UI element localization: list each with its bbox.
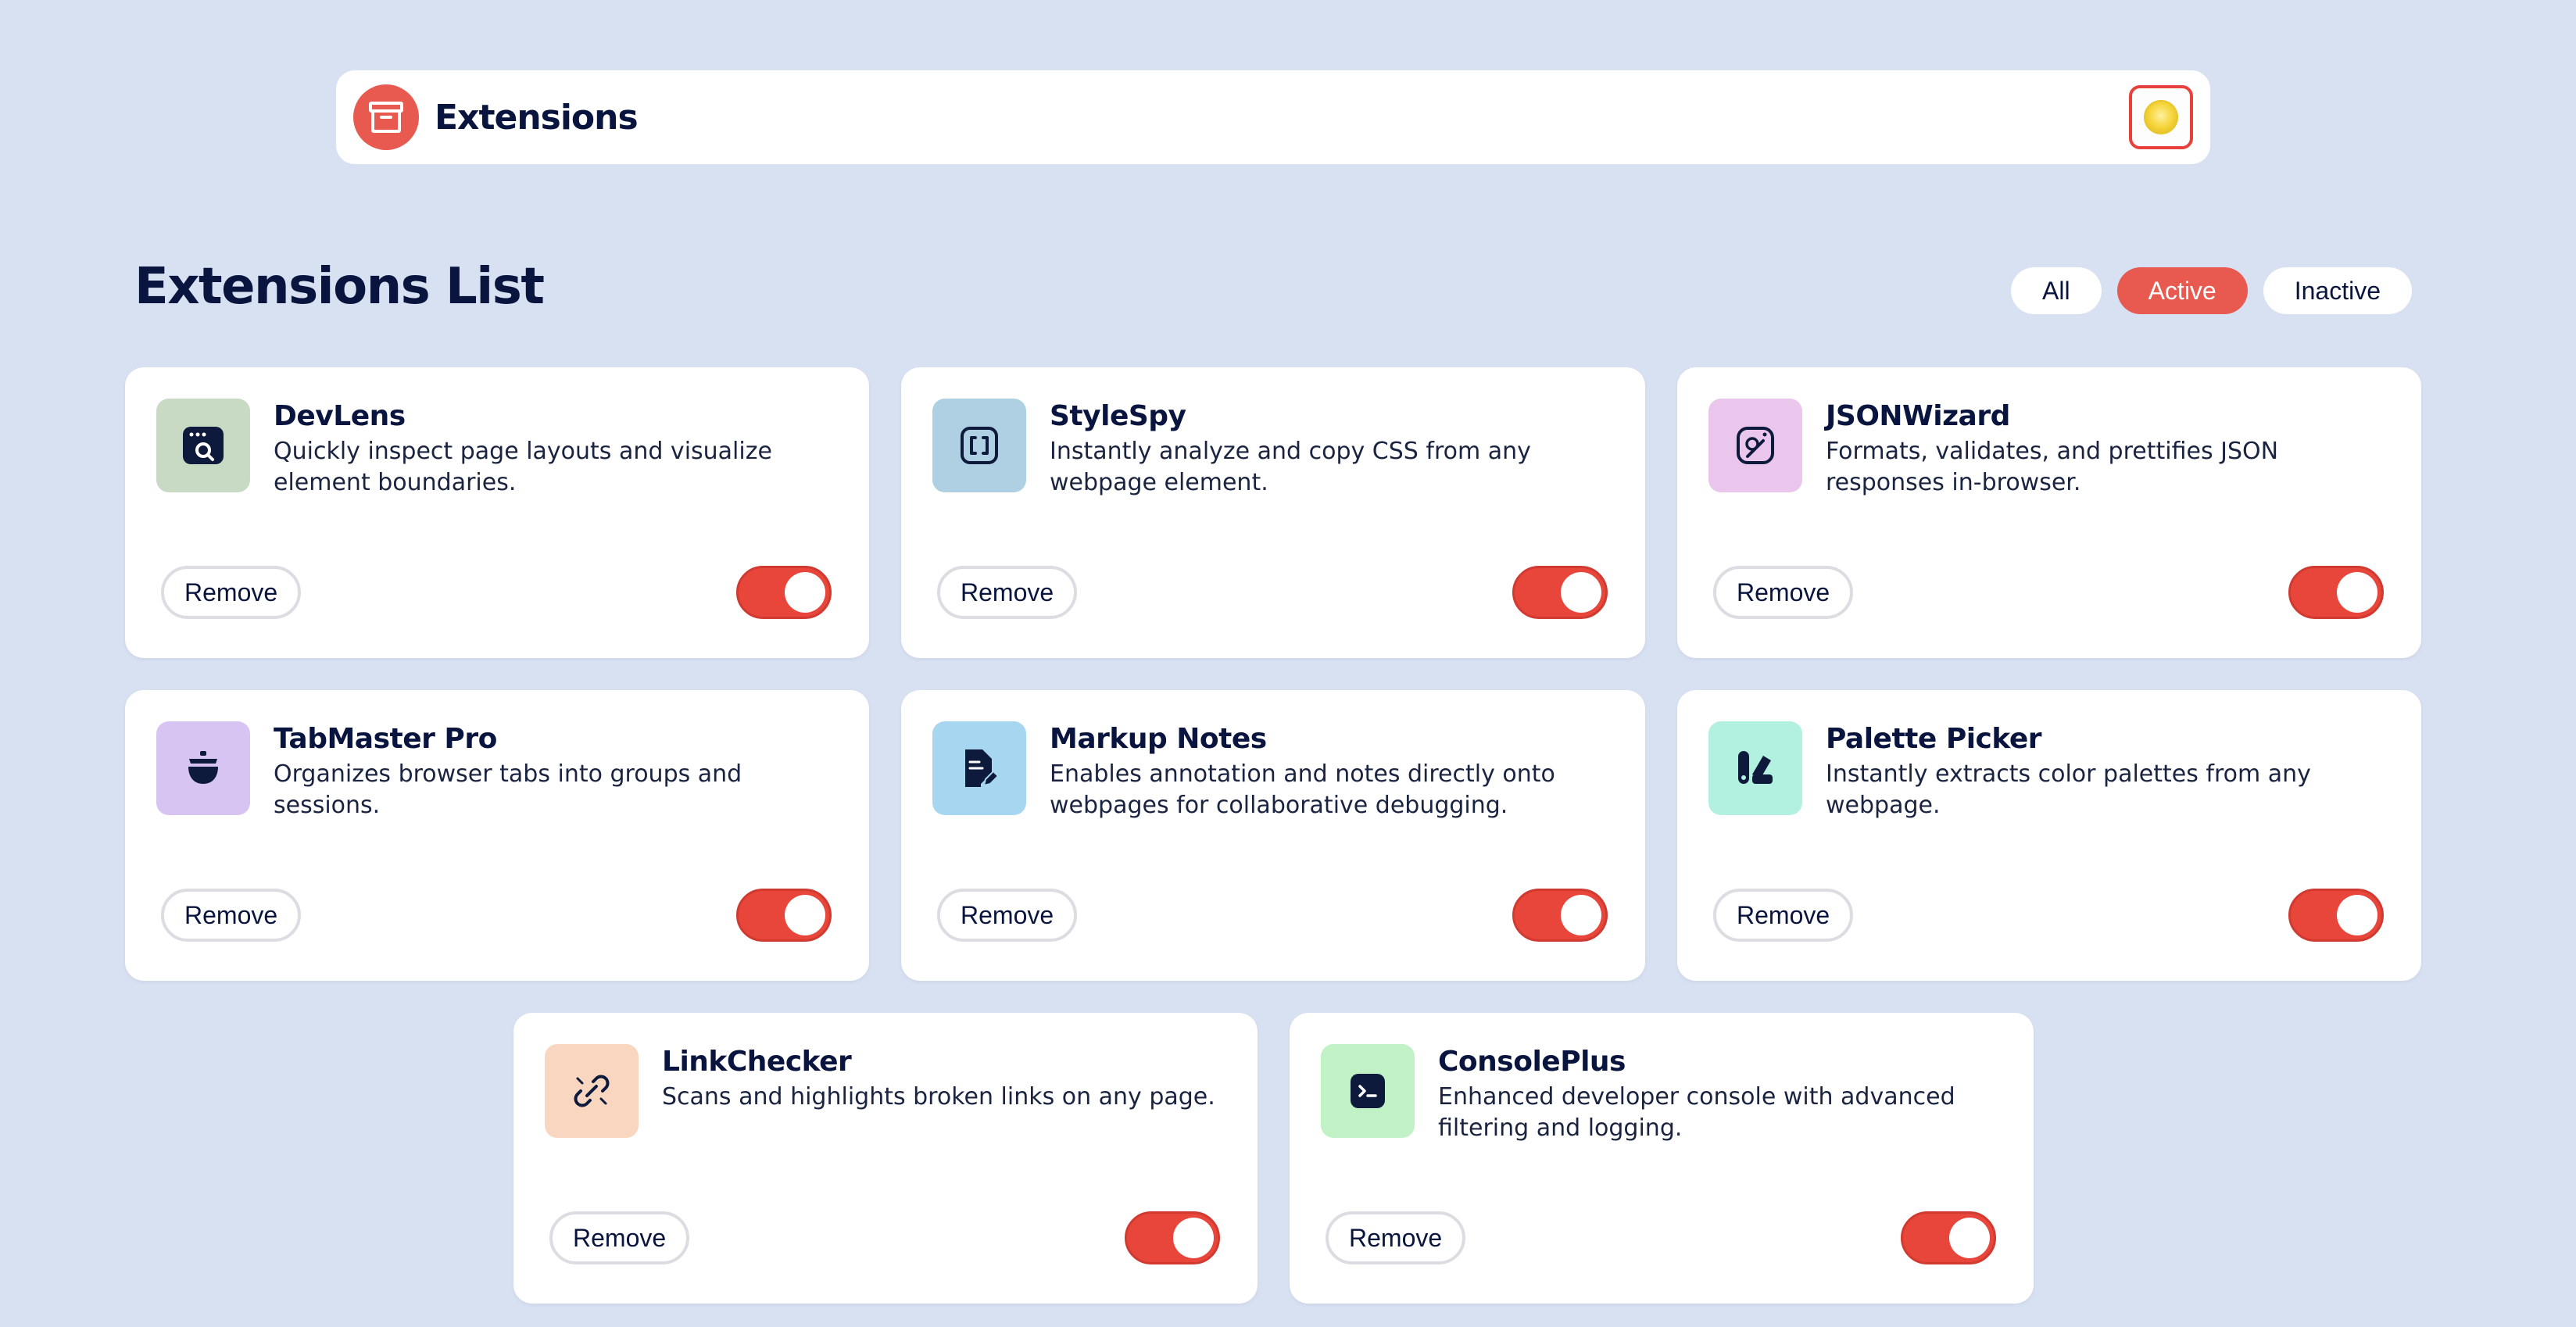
remove-button[interactable]: Remove [161, 889, 302, 942]
remove-button[interactable]: Remove [937, 889, 1078, 942]
extension-card: JSONWizard Formats, validates, and prett… [1677, 367, 2421, 658]
enable-toggle[interactable] [736, 889, 832, 942]
enable-toggle[interactable] [2288, 889, 2384, 942]
theme-toggle-button[interactable] [2129, 85, 2193, 149]
enable-toggle[interactable] [1512, 566, 1608, 619]
terminal-icon [1321, 1044, 1415, 1138]
extension-description: Formats, validates, and prettifies JSON … [1826, 438, 2279, 496]
toggle-knob [1561, 895, 1601, 935]
extension-card: StyleSpy Instantly analyze and copy CSS … [901, 367, 1645, 658]
browser-search-icon [156, 399, 250, 492]
toggle-knob [785, 572, 825, 613]
filter-all-button[interactable]: All [2011, 267, 2102, 314]
remove-button[interactable]: Remove [937, 566, 1078, 619]
toggle-knob [785, 895, 825, 935]
extension-description: Enhanced developer console with advanced… [1438, 1083, 1955, 1142]
enable-toggle[interactable] [2288, 566, 2384, 619]
extension-card: TabMaster Pro Organizes browser tabs int… [125, 690, 869, 981]
extension-card: Markup Notes Enables annotation and note… [901, 690, 1645, 981]
toggle-knob [1173, 1218, 1214, 1258]
extension-name: DevLens [274, 400, 406, 432]
extension-card: Palette Picker Instantly extracts color … [1677, 690, 2421, 981]
brackets-icon [932, 399, 1026, 492]
toggle-knob [2337, 895, 2377, 935]
remove-button[interactable]: Remove [1326, 1211, 1466, 1264]
app-header: Extensions [336, 70, 2210, 164]
toggle-knob [1949, 1218, 1990, 1258]
extension-name: ConsolePlus [1438, 1046, 1626, 1078]
toggle-knob [2337, 572, 2377, 613]
extension-name: JSONWizard [1826, 400, 2010, 432]
extension-name: Palette Picker [1826, 723, 2042, 755]
app-title: Extensions [435, 97, 639, 138]
filter-inactive-button[interactable]: Inactive [2263, 267, 2412, 314]
remove-button[interactable]: Remove [161, 566, 302, 619]
filter-group: All Active Inactive [2011, 267, 2412, 314]
magic-wand-icon [1708, 399, 1802, 492]
extension-name: TabMaster Pro [274, 723, 497, 755]
remove-button[interactable]: Remove [1713, 889, 1854, 942]
filter-active-button[interactable]: Active [2116, 267, 2248, 314]
extension-name: Markup Notes [1050, 723, 1267, 755]
extension-name: StyleSpy [1050, 400, 1186, 432]
extension-card: LinkChecker Scans and highlights broken … [513, 1013, 1258, 1304]
page-title: Extensions List [134, 258, 545, 316]
sun-icon [2144, 100, 2178, 134]
enable-toggle[interactable] [1901, 1211, 1996, 1264]
enable-toggle[interactable] [1512, 889, 1608, 942]
pot-icon [156, 721, 250, 815]
extension-name: LinkChecker [662, 1046, 852, 1078]
note-pen-icon [932, 721, 1026, 815]
extension-description: Organizes browser tabs into groups and s… [274, 760, 742, 819]
extension-card: ConsolePlus Enhanced developer console w… [1290, 1013, 2034, 1304]
remove-button[interactable]: Remove [1713, 566, 1854, 619]
extension-card: DevLens Quickly inspect page layouts and… [125, 367, 869, 658]
extension-description: Enables annotation and notes directly on… [1050, 760, 1555, 819]
extension-description: Instantly extracts color palettes from a… [1826, 760, 2311, 819]
toggle-knob [1561, 572, 1601, 613]
extension-description: Quickly inspect page layouts and visuali… [274, 438, 772, 496]
archive-box-icon [353, 84, 419, 150]
extension-description: Scans and highlights broken links on any… [662, 1083, 1215, 1111]
enable-toggle[interactable] [1125, 1211, 1220, 1264]
enable-toggle[interactable] [736, 566, 832, 619]
extension-description: Instantly analyze and copy CSS from any … [1050, 438, 1531, 496]
palette-icon [1708, 721, 1802, 815]
broken-link-icon [545, 1044, 639, 1138]
remove-button[interactable]: Remove [549, 1211, 690, 1264]
